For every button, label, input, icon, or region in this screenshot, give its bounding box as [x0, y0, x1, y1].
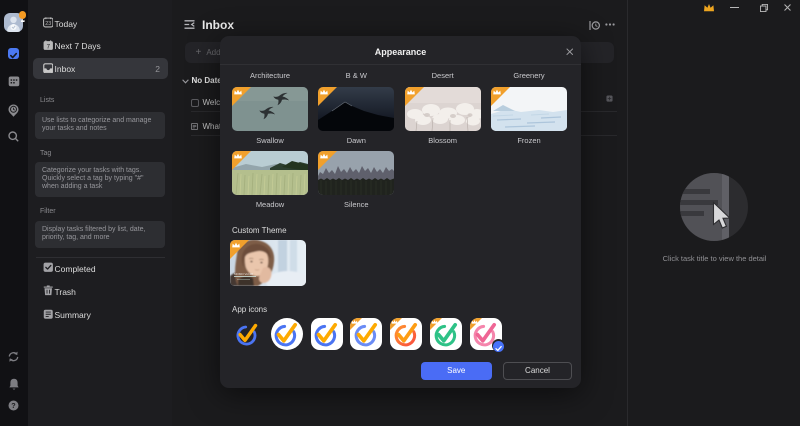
svg-text:7: 7	[46, 43, 50, 50]
svg-text:23: 23	[45, 21, 51, 27]
svg-text:MOMO Vol.28: MOMO Vol.28	[234, 272, 253, 276]
svg-text:?: ?	[11, 401, 15, 410]
